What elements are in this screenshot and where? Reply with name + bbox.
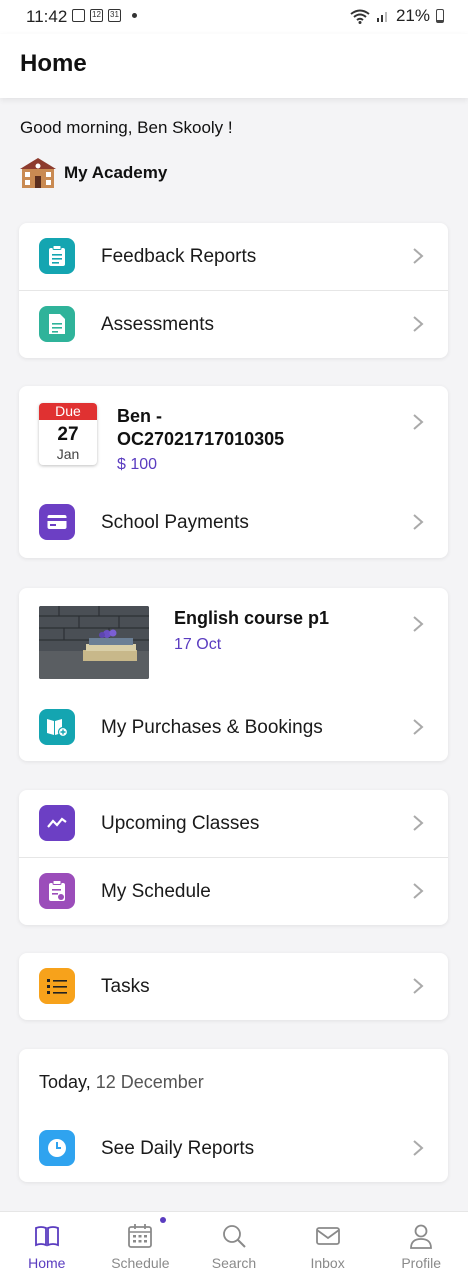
assessments-label: Assessments — [101, 314, 214, 335]
trend-icon — [39, 805, 75, 841]
school-payments-label: School Payments — [101, 512, 249, 533]
tasks-item[interactable]: Tasks — [19, 953, 448, 1020]
inbox-icon — [315, 1227, 340, 1245]
purchases-bookings-label: My Purchases & Bookings — [101, 717, 323, 738]
course-title: English course p1 — [174, 608, 330, 628]
more-dot-icon — [132, 13, 137, 18]
classes-card: Upcoming Classes My Schedule — [19, 790, 448, 925]
payment-title: Ben - OC27021717010305 — [117, 406, 285, 449]
search-icon — [223, 1225, 246, 1248]
chevron-right-icon — [413, 616, 424, 632]
upcoming-classes-item[interactable]: Upcoming Classes — [19, 790, 448, 858]
chevron-right-icon — [413, 248, 424, 264]
book-icon — [34, 1226, 59, 1247]
chevron-right-icon — [413, 1140, 424, 1156]
nav-search-label: Search — [211, 1255, 257, 1271]
profile-icon — [410, 1224, 433, 1249]
course-thumbnail — [39, 606, 149, 679]
upcoming-classes-label: Upcoming Classes — [101, 813, 260, 834]
payment-amount: $ 100 — [117, 456, 158, 473]
book-add-icon — [39, 709, 75, 745]
feedback-reports-label: Feedback Reports — [101, 246, 257, 267]
nav-home-label: Home — [28, 1255, 66, 1271]
academy-name: My Academy — [64, 163, 168, 182]
app-header: Home — [0, 34, 468, 98]
task-list-icon — [39, 968, 75, 1004]
chevron-right-icon — [413, 815, 424, 831]
assessments-item[interactable]: Assessments — [19, 291, 448, 358]
clipboard-icon — [39, 238, 75, 274]
nav-search[interactable]: Search — [187, 1212, 281, 1281]
today-header: Today, 12 December — [19, 1049, 448, 1115]
calendar-day-icon: 31 — [108, 9, 121, 22]
greeting-text: Good morning, Ben Skooly ! — [20, 118, 233, 137]
nav-home[interactable]: Home — [0, 1212, 94, 1281]
nav-inbox[interactable]: Inbox — [281, 1212, 375, 1281]
chevron-right-icon — [413, 514, 424, 530]
calendar-small-icon: 12 — [90, 9, 103, 22]
chevron-right-icon — [413, 883, 424, 899]
clock-icon — [39, 1130, 75, 1166]
course-item[interactable]: English course p1 17 Oct — [19, 588, 448, 694]
gallery-icon — [72, 9, 85, 22]
chevron-right-icon — [413, 414, 424, 430]
signal-icon — [376, 12, 387, 22]
tasks-label: Tasks — [101, 976, 150, 997]
today-card: Today, 12 December See Daily Reports — [19, 1049, 448, 1182]
due-date-badge: Due 27 Jan — [39, 403, 97, 465]
school-payments-item[interactable]: School Payments — [19, 489, 448, 556]
schedule-icon — [39, 873, 75, 909]
chevron-right-icon — [413, 316, 424, 332]
calendar-icon — [128, 1224, 153, 1248]
status-bar: 11:42 12 31 21% — [0, 0, 468, 34]
nav-schedule-label: Schedule — [111, 1255, 170, 1271]
school-building-icon — [20, 158, 56, 188]
today-label: Today, 12 December — [39, 1072, 204, 1093]
purchases-bookings-item[interactable]: My Purchases & Bookings — [19, 694, 448, 761]
credit-card-icon — [39, 504, 75, 540]
payments-card: Due 27 Jan Ben - OC27021717010305 $ 100 … — [19, 386, 448, 558]
due-day: 27 — [57, 424, 79, 445]
today-prefix: Today, — [39, 1072, 91, 1092]
academy-selector[interactable]: My Academy — [20, 156, 167, 190]
course-card: English course p1 17 Oct My Purchases & … — [19, 588, 448, 761]
tasks-card: Tasks — [19, 953, 448, 1020]
battery-percent: 21% — [395, 6, 430, 25]
my-schedule-label: My Schedule — [101, 881, 211, 902]
course-date: 17 Oct — [174, 636, 222, 653]
chevron-right-icon — [413, 978, 424, 994]
nav-inbox-label: Inbox — [310, 1255, 345, 1271]
feedback-reports-item[interactable]: Feedback Reports — [19, 223, 448, 291]
status-time: 11:42 — [26, 7, 68, 26]
my-schedule-item[interactable]: My Schedule — [19, 858, 448, 925]
reports-card: Feedback Reports Assessments — [19, 223, 448, 358]
wifi-icon — [350, 9, 370, 24]
battery-icon — [436, 9, 444, 23]
due-label: Due — [39, 403, 97, 420]
due-payment-item[interactable]: Due 27 Jan Ben - OC27021717010305 $ 100 — [19, 386, 448, 489]
nav-profile[interactable]: Profile — [374, 1212, 468, 1281]
nav-profile-label: Profile — [401, 1255, 442, 1271]
document-icon — [39, 306, 75, 342]
daily-reports-item[interactable]: See Daily Reports — [19, 1115, 448, 1182]
notification-dot — [160, 1217, 167, 1223]
due-month: Jan — [56, 446, 80, 462]
bottom-nav: Home Schedule Search Inbox Profile — [0, 1211, 468, 1281]
today-date: 12 December — [95, 1072, 204, 1092]
chevron-right-icon — [413, 719, 424, 735]
nav-schedule[interactable]: Schedule — [94, 1212, 188, 1281]
status-right: 21% — [350, 6, 444, 26]
daily-reports-label: See Daily Reports — [101, 1138, 255, 1159]
status-notification-icons: 12 31 — [72, 9, 137, 22]
page-title: Home — [20, 50, 87, 77]
